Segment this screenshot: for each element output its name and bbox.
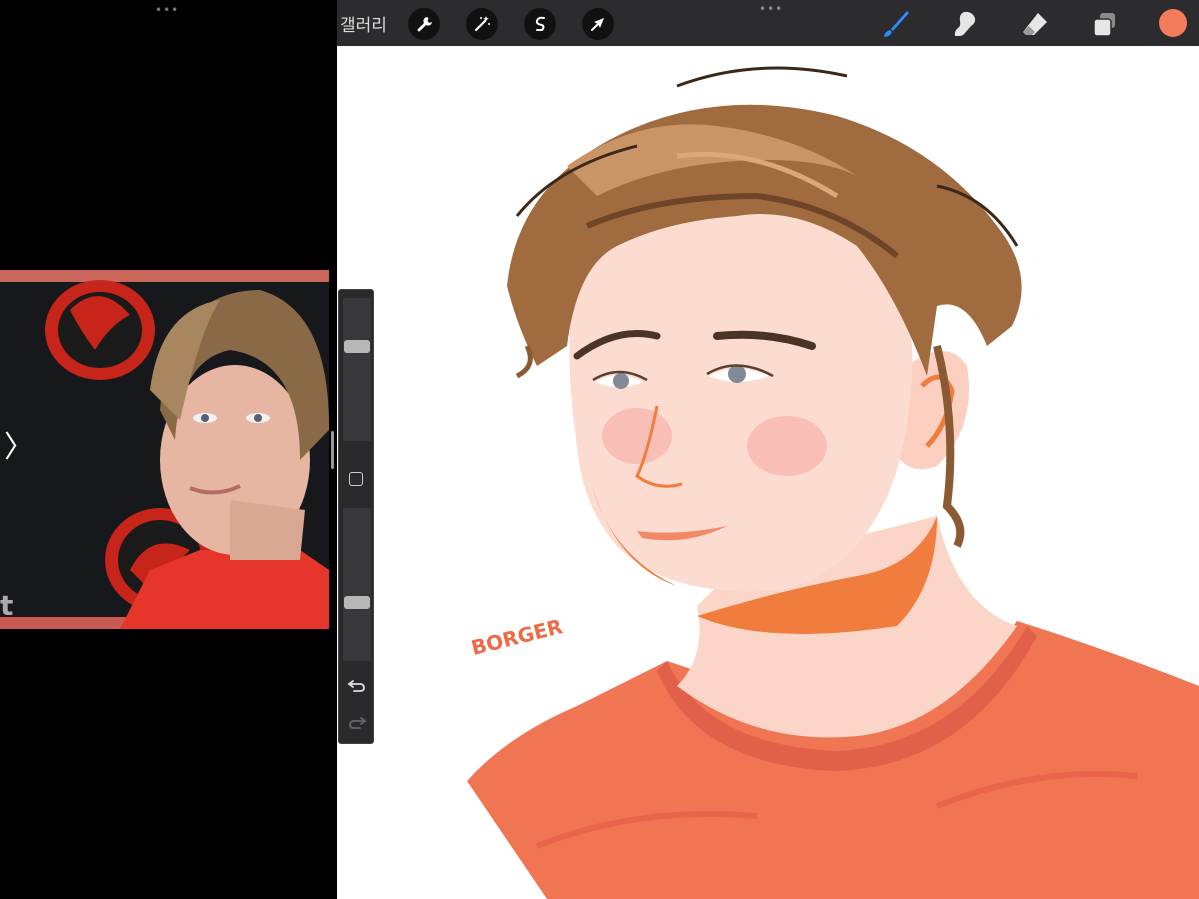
signature-text: BORGER: [469, 614, 565, 660]
sidebar-drag-handle[interactable]: [331, 431, 334, 469]
top-toolbar: 갤러리 •••: [337, 0, 1199, 46]
brush-icon: [884, 11, 909, 37]
color-picker-button[interactable]: [1159, 9, 1187, 37]
toolbar-grabber[interactable]: •••: [759, 3, 783, 15]
transform-arrow-icon: [591, 18, 604, 31]
transform-button[interactable]: [582, 8, 614, 40]
modifier-button[interactable]: [349, 472, 363, 486]
artwork-portrait: BORGER: [467, 66, 1199, 899]
redo-icon[interactable]: [347, 712, 367, 732]
adjustments-button[interactable]: [466, 8, 498, 40]
undo-icon[interactable]: [347, 675, 367, 695]
magic-wand-icon: [474, 16, 490, 32]
brush-opacity-thumb[interactable]: [344, 596, 370, 609]
brush-opacity-slider[interactable]: [343, 508, 371, 661]
layers-button[interactable]: [1088, 7, 1122, 41]
photo-next-arrow[interactable]: 〉: [4, 430, 34, 466]
smudge-icon: [954, 11, 976, 36]
gallery-button[interactable]: 갤러리: [340, 11, 387, 36]
eraser-tool-button[interactable]: [1018, 7, 1052, 41]
reference-photo-image: t: [0, 270, 329, 629]
brush-tool-button[interactable]: [879, 7, 913, 41]
svg-text:t: t: [0, 589, 13, 622]
selection-icon: [535, 16, 545, 31]
drawing-canvas[interactable]: BORGER: [337, 46, 1199, 899]
brush-size-slider[interactable]: [343, 298, 371, 441]
layers-icon: [1093, 13, 1115, 37]
actions-button[interactable]: [408, 8, 440, 40]
smudge-tool-button[interactable]: [948, 7, 982, 41]
reference-photo[interactable]: t: [0, 270, 329, 629]
selection-button[interactable]: [524, 8, 556, 40]
wrench-icon: [417, 17, 432, 32]
split-view-grabber[interactable]: •••: [155, 4, 179, 16]
eraser-icon: [1023, 13, 1047, 35]
brush-sidebar: [338, 289, 374, 744]
reference-pane: ••• t 〉: [0, 0, 337, 899]
brush-size-thumb[interactable]: [344, 340, 370, 353]
